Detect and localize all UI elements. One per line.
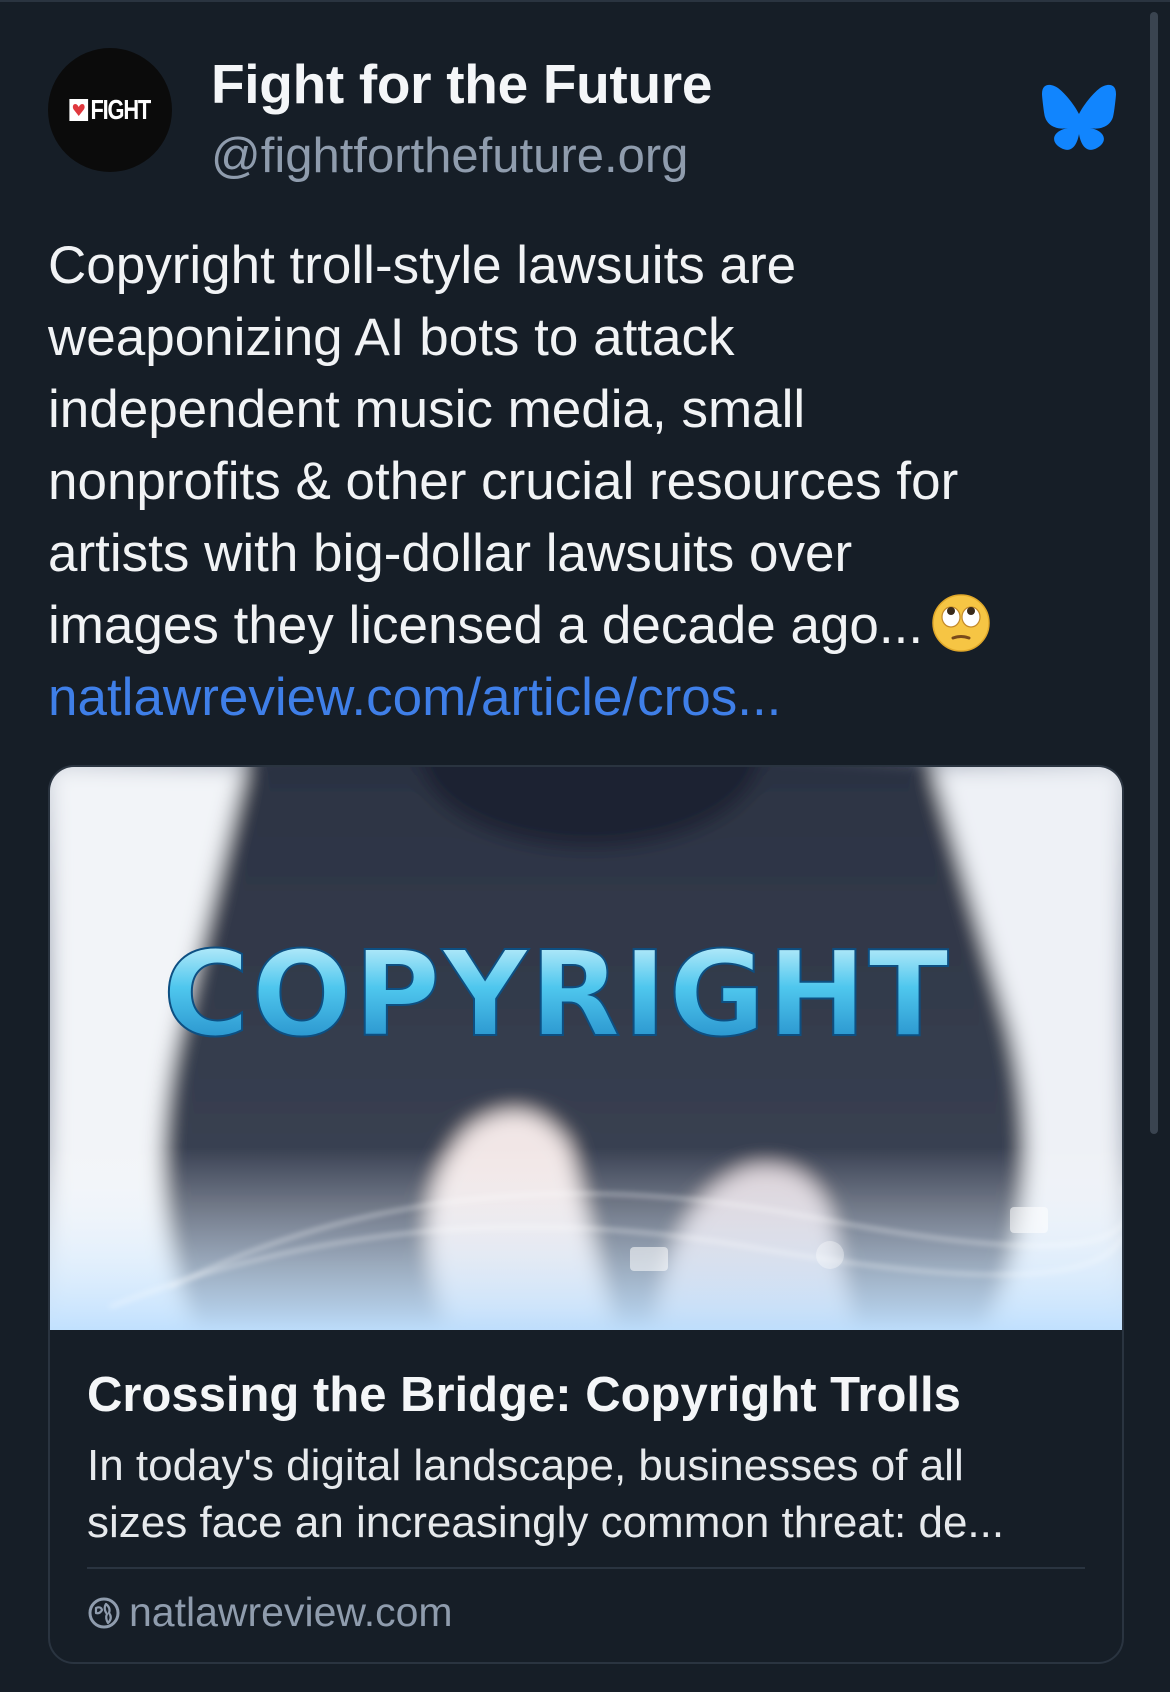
post-text-line: independent music media, small (48, 380, 806, 439)
post-link-line: natlawreview.com/article/cros... (48, 662, 1128, 734)
post-body: Copyright troll-style lawsuits are weapo… (48, 230, 1128, 734)
card-divider (87, 1567, 1085, 1569)
post-text-line-last: images they licensed a decade ago... (48, 590, 1128, 662)
globe-icon (88, 1597, 120, 1628)
image-text: COPYRIGHT (163, 925, 951, 1063)
author-display-name[interactable]: Fight for the Future (211, 52, 712, 116)
heart-icon (69, 99, 89, 121)
link-card-domain-text: natlawreview.com (129, 1589, 453, 1635)
link-card-domain[interactable]: natlawreview.com (87, 1589, 453, 1636)
post-text-line: weaponizing AI bots to attack (48, 308, 735, 367)
post-link[interactable]: natlawreview.com/article/cros... (48, 668, 781, 727)
avatar-logo-text: FIGHT (90, 94, 152, 125)
link-card-description: In today's digital landscape, businesses… (87, 1437, 1097, 1551)
post-text-line: nonprofits & other crucial resources for (48, 452, 959, 511)
rolling-eyes-emoji-icon (932, 594, 990, 652)
scrollbar[interactable] (1150, 12, 1158, 1134)
post-text-line: artists with big-dollar lawsuits over (48, 524, 853, 583)
top-border (0, 0, 1170, 2)
link-card-title[interactable]: Crossing the Bridge: Copyright Trolls (87, 1367, 1087, 1423)
post-text-line: Copyright troll-style lawsuits are (48, 236, 797, 295)
author-handle[interactable]: @fightforthefuture.org (211, 128, 688, 184)
bluesky-butterfly-icon[interactable] (1042, 84, 1116, 150)
link-preview-card[interactable]: COPYRIGHT Crossing the Bridge: Copyright… (48, 765, 1124, 1664)
link-preview-image[interactable]: COPYRIGHT (50, 767, 1122, 1330)
link-card-description-line: sizes face an increasingly common threat… (87, 1498, 1005, 1547)
avatar-logo: FIGHT (69, 94, 152, 126)
link-card-description-line: In today's digital landscape, businesses… (87, 1441, 964, 1490)
avatar[interactable]: FIGHT (48, 48, 172, 172)
post-text-line: images they licensed a decade ago... (48, 596, 924, 655)
